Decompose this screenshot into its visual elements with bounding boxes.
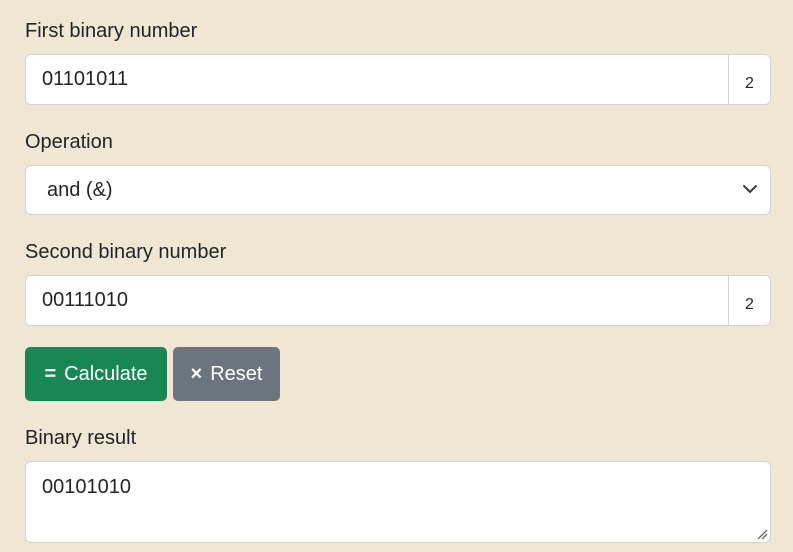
second-number-input[interactable] (26, 276, 728, 325)
second-number-label: Second binary number (25, 241, 227, 263)
reset-button-label: Reset (210, 362, 263, 385)
resize-grip-icon[interactable] (756, 528, 768, 540)
equals-icon: = (44, 362, 57, 385)
binary-result-value: 00101010 (42, 476, 131, 498)
second-number-base-addon: 2 (728, 276, 770, 325)
calculate-button[interactable]: = Calculate (25, 347, 167, 401)
calculate-button-label: Calculate (64, 362, 148, 385)
first-number-base-addon: 2 (728, 55, 770, 104)
first-number-group: 2 (25, 54, 771, 105)
binary-result-textarea[interactable]: 00101010 (25, 461, 771, 543)
second-number-group: 2 (25, 275, 771, 326)
x-icon: × (190, 362, 203, 385)
binary-result-label: Binary result (25, 427, 137, 449)
reset-button[interactable]: × Reset (173, 347, 280, 401)
chevron-down-icon (743, 185, 757, 193)
first-number-label: First binary number (25, 20, 198, 42)
operation-label: Operation (25, 131, 113, 153)
operation-selected-value: and (&) (47, 178, 113, 201)
operation-select[interactable]: and (&) (25, 165, 771, 215)
first-number-input[interactable] (26, 55, 728, 104)
